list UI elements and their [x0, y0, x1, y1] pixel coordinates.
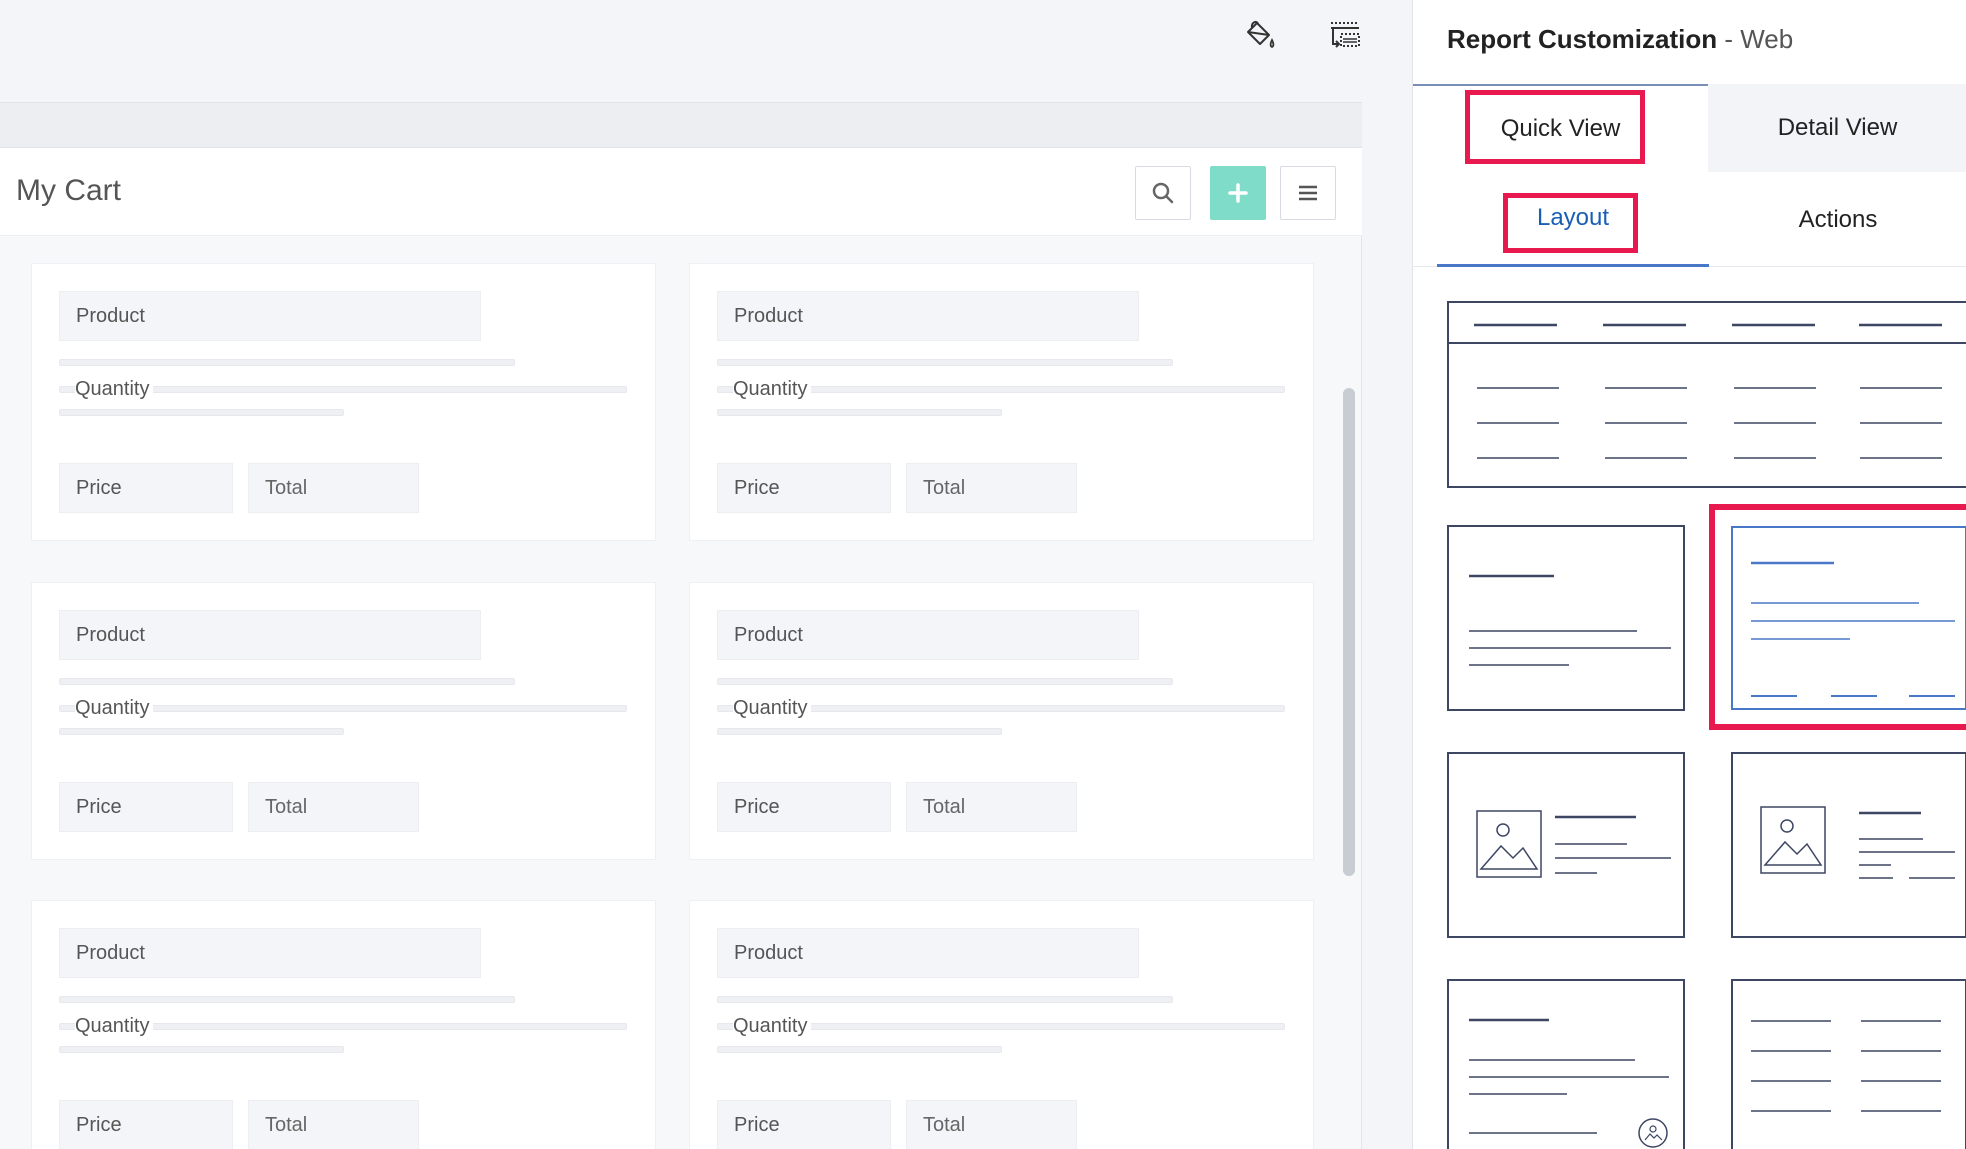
layout-tab-highlight: [1503, 193, 1638, 253]
report-header: My Cart: [0, 148, 1362, 236]
add-record-button[interactable]: [1210, 166, 1266, 220]
layout-table-option[interactable]: [1447, 301, 1966, 488]
paint-bucket-icon: [1247, 20, 1275, 49]
layout-text-avatar-option[interactable]: [1447, 979, 1685, 1149]
price-field: Price: [717, 463, 891, 513]
product-field: Product: [59, 610, 481, 660]
layout-toggle-icon: [1331, 22, 1360, 48]
text-layout-icon: [1469, 574, 1671, 666]
placeholder-line: [59, 1046, 344, 1053]
quantity-label: Quantity: [733, 378, 812, 401]
total-field: Total: [248, 782, 419, 832]
quantity-label: Quantity: [75, 697, 154, 720]
placeholder-line: [717, 1046, 1002, 1053]
quantity-label: Quantity: [733, 697, 812, 720]
layout-image-text-option[interactable]: [1447, 752, 1685, 938]
total-field: Total: [248, 463, 419, 513]
quick-view-highlight: [1465, 90, 1645, 164]
search-icon: [1152, 182, 1174, 204]
layout-toggle-button[interactable]: [1320, 10, 1370, 60]
price-field: Price: [717, 782, 891, 832]
layout-gallery: [1413, 268, 1966, 1149]
app-area: My Cart Product Quantity Price Total Pro…: [0, 0, 1412, 1149]
placeholder-line: [59, 996, 515, 1003]
placeholder-line: [717, 996, 1173, 1003]
placeholder-line: [59, 359, 515, 366]
plus-icon: [1228, 183, 1248, 203]
layout-columns-option[interactable]: [1731, 979, 1966, 1149]
quantity-label: Quantity: [733, 1015, 812, 1038]
total-field: Total: [906, 1100, 1077, 1149]
record-card[interactable]: Product Quantity Price Total: [689, 900, 1314, 1149]
table-layout-icon: [1449, 323, 1966, 459]
scrollbar-thumb[interactable]: [1343, 388, 1355, 876]
product-field: Product: [717, 291, 1139, 341]
selected-layout-highlight: [1709, 504, 1966, 730]
report-panel: My Cart Product Quantity Price Total Pro…: [0, 148, 1362, 1149]
placeholder-line: [59, 728, 344, 735]
panel-title-main: Report Customization: [1447, 24, 1718, 54]
product-field: Product: [717, 610, 1139, 660]
sub-tabs: Layout Actions: [1413, 172, 1966, 267]
record-card[interactable]: Product Quantity Price Total: [689, 582, 1314, 860]
placeholder-line: [59, 409, 344, 416]
tab-actions[interactable]: Actions: [1709, 172, 1966, 267]
price-field: Price: [59, 463, 233, 513]
page-title: My Cart: [16, 174, 121, 207]
product-field: Product: [59, 928, 481, 978]
top-toolbar: [0, 0, 1412, 102]
quantity-label: Quantity: [75, 378, 154, 401]
placeholder-line: [717, 409, 1002, 416]
product-field: Product: [59, 291, 481, 341]
placeholder-line: [59, 678, 515, 685]
placeholder-line: [717, 359, 1173, 366]
price-field: Price: [717, 1100, 891, 1149]
menu-button[interactable]: [1280, 166, 1336, 220]
quantity-label: Quantity: [75, 1015, 154, 1038]
card-grid: Product Quantity Price Total Product Qua…: [0, 236, 1340, 1149]
panel-title-sub: Web: [1740, 24, 1794, 54]
text-avatar-layout-icon: [1469, 1018, 1669, 1148]
product-field: Product: [717, 928, 1139, 978]
paint-bucket-button[interactable]: [1235, 10, 1285, 60]
image-text-layout-icon: [1476, 810, 1671, 878]
record-card[interactable]: Product Quantity Price Total: [689, 263, 1314, 541]
columns-layout-icon: [1751, 1020, 1941, 1112]
price-field: Price: [59, 782, 233, 832]
record-card[interactable]: Product Quantity Price Total: [31, 263, 656, 541]
panel-title-separator: -: [1717, 24, 1741, 54]
placeholder-line: [717, 678, 1173, 685]
total-field: Total: [906, 782, 1077, 832]
total-field: Total: [248, 1100, 419, 1149]
tab-detail-view[interactable]: Detail View: [1708, 84, 1966, 172]
search-button[interactable]: [1135, 166, 1191, 220]
price-field: Price: [59, 1100, 233, 1149]
header-strip: [0, 102, 1362, 148]
total-field: Total: [906, 463, 1077, 513]
placeholder-line: [717, 728, 1002, 735]
panel-title: Report Customization - Web: [1447, 24, 1793, 55]
record-card[interactable]: Product Quantity Price Total: [31, 582, 656, 860]
record-card[interactable]: Product Quantity Price Total: [31, 900, 656, 1149]
image-list-layout-icon: [1760, 806, 1955, 879]
hamburger-icon: [1299, 185, 1317, 201]
layout-text-option[interactable]: [1447, 525, 1685, 711]
customization-panel: Report Customization - Web Quick View De…: [1412, 0, 1966, 1149]
layout-image-list-option[interactable]: [1731, 752, 1966, 938]
